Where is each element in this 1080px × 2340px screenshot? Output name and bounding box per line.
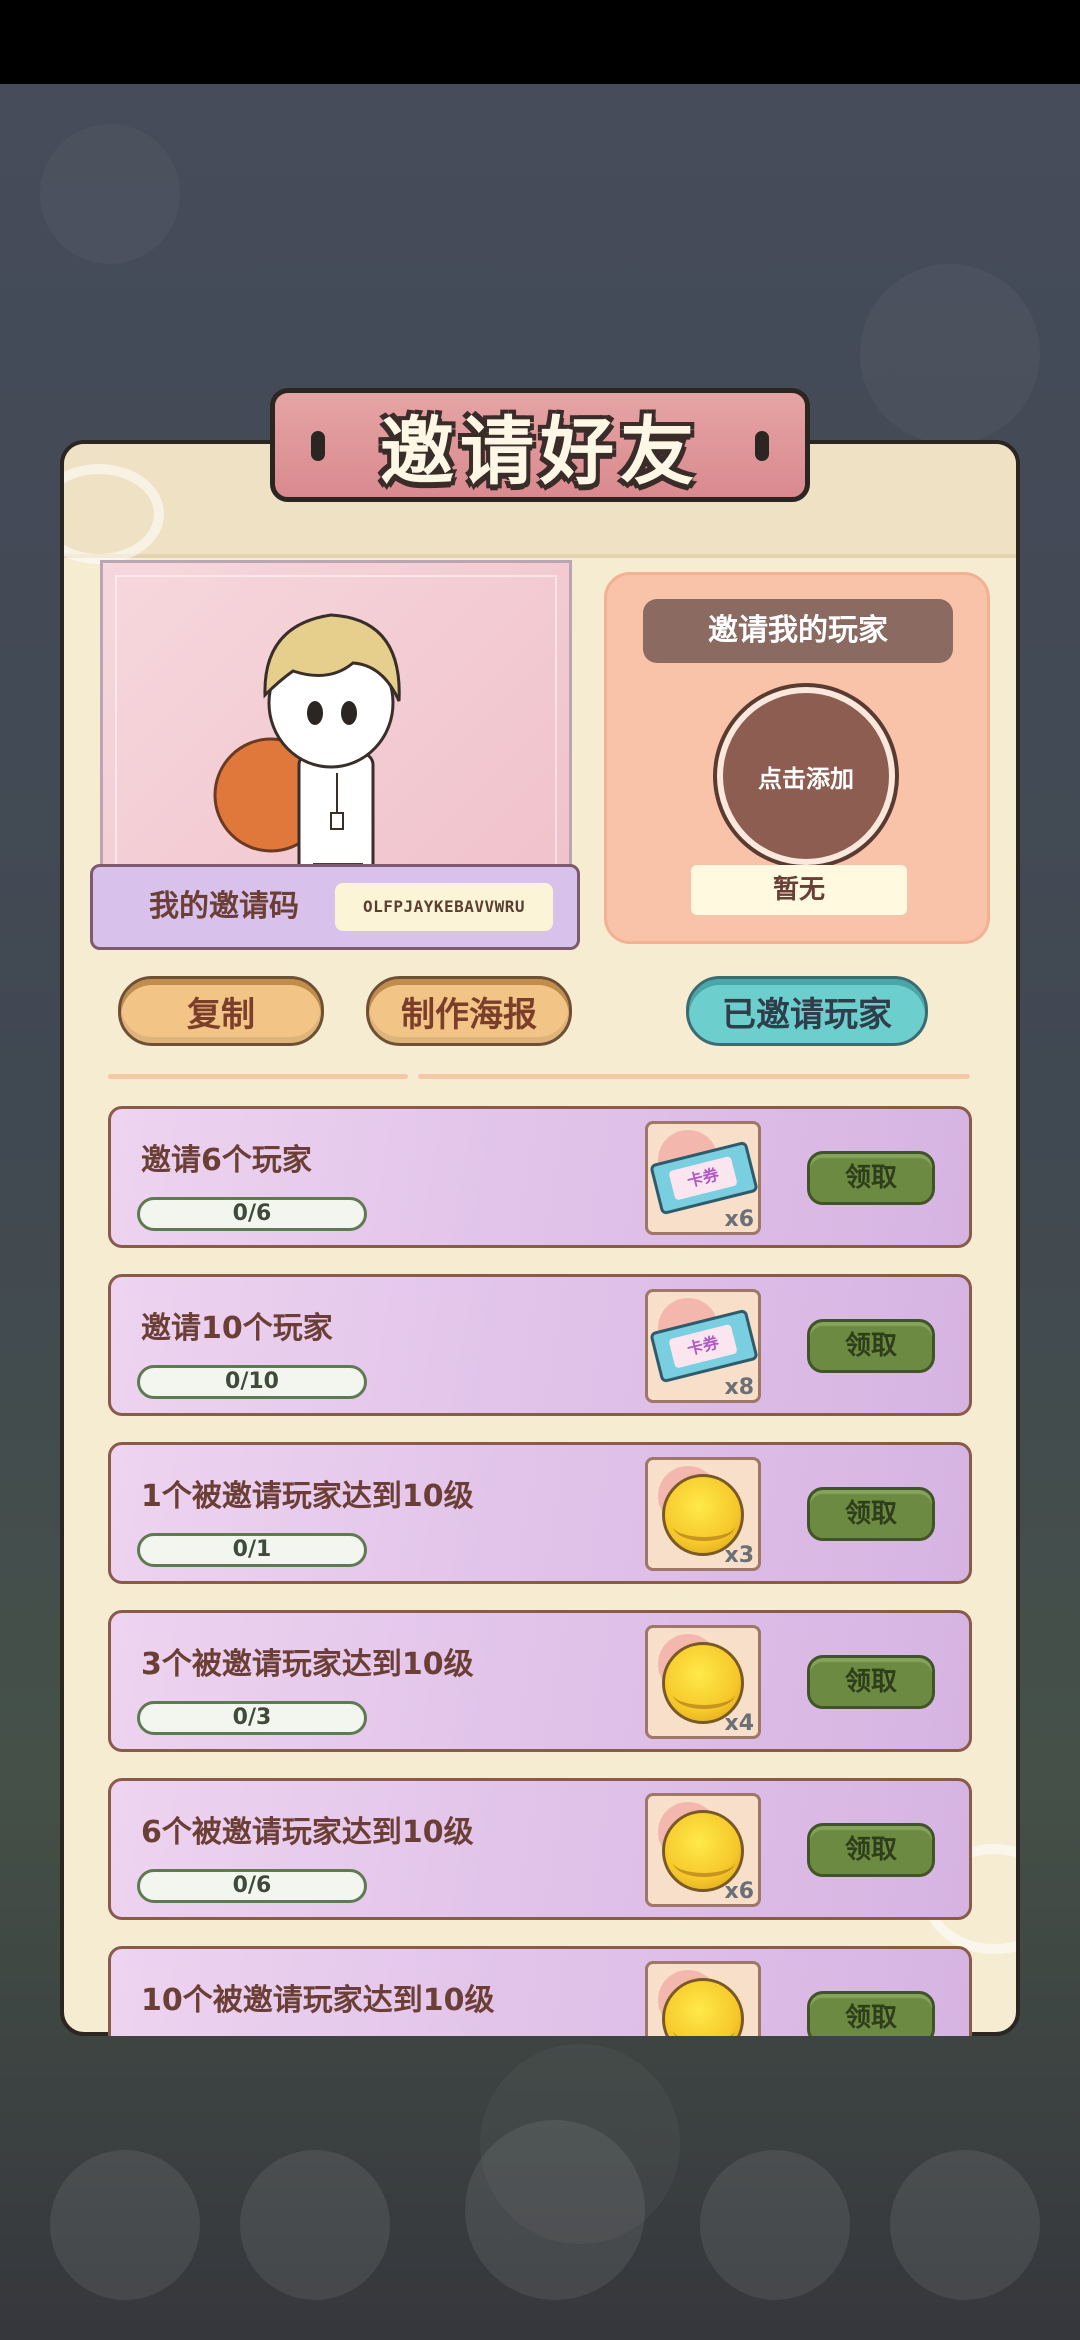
claim-button[interactable]: 领取 — [807, 1823, 935, 1877]
invite-code-value[interactable]: OLFPJAYKEBAVVWRU — [335, 883, 553, 931]
task-row: 3个被邀请玩家达到10级 0/3 x4 领取 — [108, 1610, 972, 1752]
task-progress: 0/6 — [137, 1197, 367, 1231]
reward-slot: x3 — [645, 1457, 761, 1571]
copy-button[interactable]: 复制 — [118, 976, 324, 1046]
invited-players-button[interactable]: 已邀请玩家 — [686, 976, 928, 1046]
inviter-label: 邀请我的玩家 — [643, 599, 953, 663]
task-title: 3个被邀请玩家达到10级 — [141, 1647, 474, 1682]
nav-item — [240, 2150, 390, 2300]
nav-item — [465, 2120, 645, 2300]
divider — [108, 1074, 408, 1079]
character-portrait — [100, 560, 572, 876]
task-row: 邀请6个玩家 0/6 卡券 x6 领取 — [108, 1106, 972, 1248]
reward-quantity: x3 — [724, 1543, 755, 1568]
reward-quantity: x4 — [724, 1711, 755, 1736]
reward-quantity: x8 — [724, 1375, 755, 1400]
task-title: 6个被邀请玩家达到10级 — [141, 1815, 474, 1850]
task-title: 1个被邀请玩家达到10级 — [141, 1479, 474, 1514]
inviter-card: 邀请我的玩家 点击添加 暂无 — [604, 572, 990, 944]
nav-item — [50, 2150, 200, 2300]
claim-button[interactable]: 领取 — [807, 1151, 935, 1205]
task-title: 10个被邀请玩家达到10级 — [141, 1983, 495, 2018]
nav-item — [890, 2150, 1040, 2300]
status-bar — [0, 0, 1080, 84]
make-poster-button[interactable]: 制作海报 — [366, 976, 572, 1046]
task-row: 1个被邀请玩家达到10级 0/1 x3 领取 — [108, 1442, 972, 1584]
task-row: 10个被邀请玩家达到10级 领取 — [108, 1946, 972, 2036]
reward-slot — [645, 1961, 761, 2036]
reward-quantity: x6 — [724, 1207, 755, 1232]
claim-button[interactable]: 领取 — [807, 1487, 935, 1541]
task-row: 邀请10个玩家 0/10 卡券 x8 领取 — [108, 1274, 972, 1416]
claim-button[interactable]: 领取 — [807, 1991, 935, 2036]
reward-slot: x4 — [645, 1625, 761, 1739]
add-inviter-button[interactable]: 点击添加 — [717, 687, 895, 865]
divider — [418, 1074, 970, 1079]
task-row: 6个被邀请玩家达到10级 0/6 x6 领取 — [108, 1778, 972, 1920]
task-progress: 0/6 — [137, 1869, 367, 1903]
inviter-name: 暂无 — [691, 865, 907, 915]
claim-button[interactable]: 领取 — [807, 1655, 935, 1709]
nav-item — [700, 2150, 850, 2300]
task-progress: 0/1 — [137, 1533, 367, 1567]
reward-slot: 卡券 x6 — [645, 1121, 761, 1235]
invite-code-label: 我的邀请码 — [149, 889, 299, 924]
task-progress: 0/10 — [137, 1365, 367, 1399]
task-list[interactable]: 邀请6个玩家 0/6 卡券 x6 领取 邀请10个玩家 0/10 卡券 x8 领… — [108, 1106, 972, 2036]
reward-slot: x6 — [645, 1793, 761, 1907]
dialog-title: 邀请好友 — [380, 408, 700, 495]
task-progress: 0/3 — [137, 1701, 367, 1735]
invite-code-bar: 我的邀请码 OLFPJAYKEBAVVWRU — [90, 864, 580, 950]
title-plate: 邀请好友 — [270, 388, 810, 502]
reward-quantity: x6 — [724, 1879, 755, 1904]
bottom-nav-dimmed — [0, 2040, 1080, 2340]
task-title: 邀请10个玩家 — [141, 1311, 333, 1346]
reward-slot: 卡券 x8 — [645, 1289, 761, 1403]
task-title: 邀请6个玩家 — [141, 1143, 312, 1178]
claim-button[interactable]: 领取 — [807, 1319, 935, 1373]
